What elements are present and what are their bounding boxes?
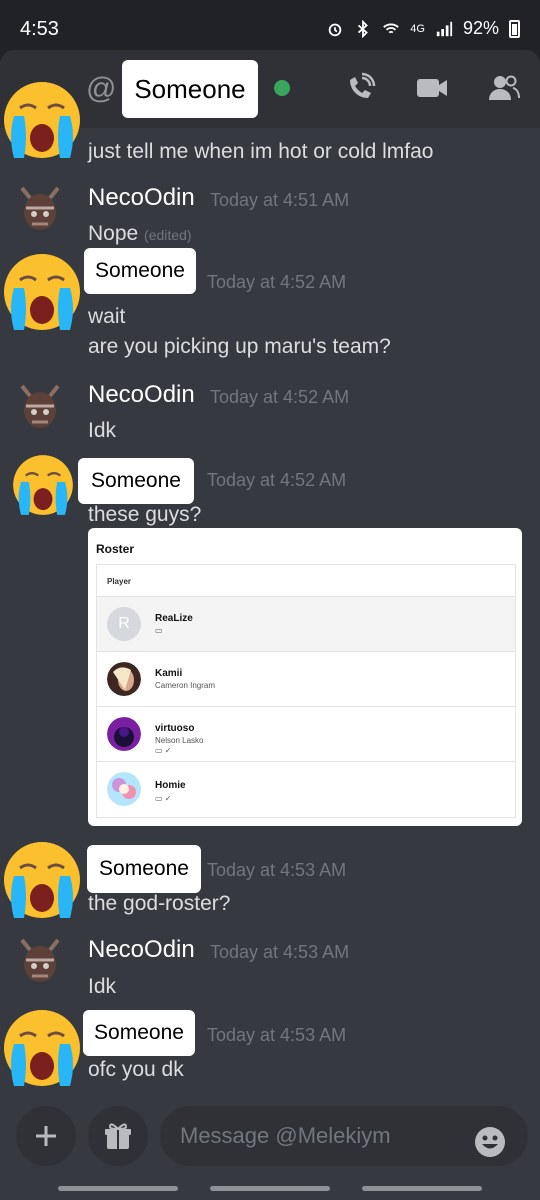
status-icons: 4G 92% (326, 18, 520, 39)
message-text: these guys? (88, 503, 202, 526)
message-text: Idk (88, 419, 117, 442)
plus-icon (36, 1126, 56, 1146)
player-social-icons: ▭ ✓ (155, 746, 172, 755)
message-timestamp: Today at 4:51 AM (210, 190, 350, 210)
player-name: virtuoso (155, 723, 195, 734)
player-real-name: Nelson Lasko (155, 736, 204, 745)
player-avatar (107, 662, 141, 696)
player-name: Homie (155, 780, 186, 791)
player-name: Kamii (155, 668, 183, 679)
necoodin-avatar[interactable] (12, 378, 68, 434)
network-type: 4G (410, 22, 425, 35)
message-input[interactable] (160, 1106, 528, 1166)
gift-icon (105, 1123, 131, 1149)
nav-home[interactable] (210, 1186, 330, 1191)
roster-row: virtuoso Nelson Lasko ▭ ✓ (97, 707, 515, 762)
crying-emoji-avatar[interactable] (0, 250, 84, 334)
author-name[interactable]: NecoOdin (88, 184, 195, 212)
roster-title: Roster (96, 542, 135, 556)
message-timestamp: Today at 4:52 AM (207, 272, 347, 292)
nav-recent-apps[interactable] (58, 1186, 178, 1191)
nav-back[interactable] (362, 1186, 482, 1191)
roster-table: Player R ReaLize ▭ Kamii Cameron Ingram … (96, 564, 516, 818)
signal-icon (436, 21, 453, 36)
members-icon[interactable] (486, 70, 522, 106)
message-text: ofc you dk (88, 1058, 184, 1081)
player-avatar (107, 717, 141, 751)
crying-emoji-avatar[interactable] (0, 78, 84, 162)
player-real-name: Cameron Ingram (155, 681, 216, 690)
message-timestamp: Today at 4:53 AM (207, 860, 347, 880)
header-contact-name[interactable]: Someone (122, 60, 258, 118)
call-icon[interactable] (342, 70, 378, 106)
roster-row: Homie ▭ ✓ (97, 762, 515, 817)
author-name[interactable]: NecoOdin (88, 381, 195, 409)
roster-column-header: Player (97, 565, 515, 597)
message-text: the god-roster? (88, 892, 231, 915)
roster-image-embed[interactable]: Roster Player R ReaLize ▭ Kamii Cameron … (88, 528, 522, 826)
author-name[interactable]: Someone (84, 248, 196, 294)
battery-icon (509, 19, 520, 38)
crying-emoji-avatar[interactable] (0, 838, 84, 922)
status-time: 4:53 (20, 18, 59, 40)
message-text: just tell me when im hot or cold lmfao (88, 140, 434, 163)
necoodin-avatar[interactable] (12, 932, 68, 988)
author-name[interactable]: Someone (83, 1010, 195, 1056)
author-name[interactable]: Someone (87, 845, 201, 893)
alarm-icon (328, 23, 342, 36)
message-timestamp: Today at 4:52 AM (207, 470, 347, 490)
at-symbol: @ (86, 72, 117, 105)
player-avatar: R (107, 607, 141, 641)
message-text: wait (88, 305, 126, 328)
crying-emoji-avatar[interactable] (0, 1006, 84, 1090)
video-icon[interactable] (414, 70, 450, 106)
message-text: Nope (edited) (88, 222, 192, 246)
player-name: ReaLize (155, 613, 193, 624)
add-attachment-button[interactable] (16, 1106, 76, 1166)
message-timestamp: Today at 4:52 AM (210, 387, 350, 407)
player-avatar (107, 772, 141, 806)
player-social-icons: ▭ (155, 626, 163, 635)
message-text: Idk (88, 975, 117, 998)
crying-emoji-avatar[interactable] (10, 452, 76, 518)
emoji-picker-icon[interactable] (474, 1126, 506, 1158)
author-name[interactable]: NecoOdin (88, 936, 195, 964)
message-timestamp: Today at 4:53 AM (207, 1025, 347, 1045)
necoodin-avatar[interactable] (12, 180, 68, 236)
message-line: Nope (88, 222, 139, 245)
message-composer (0, 1100, 540, 1200)
edited-label: (edited) (144, 227, 192, 243)
roster-row: R ReaLize ▭ (97, 597, 515, 652)
battery-percent: 92% (462, 18, 499, 38)
player-social-icons: ▭ ✓ (155, 794, 172, 803)
roster-row: Kamii Cameron Ingram (97, 652, 515, 707)
message-timestamp: Today at 4:53 AM (210, 942, 350, 962)
author-name[interactable]: Someone (78, 458, 194, 504)
bluetooth-icon (358, 19, 369, 38)
message-text: are you picking up maru's team? (88, 335, 391, 358)
online-status-dot (274, 80, 290, 96)
gift-button[interactable] (88, 1106, 148, 1166)
wifi-icon (383, 23, 400, 33)
